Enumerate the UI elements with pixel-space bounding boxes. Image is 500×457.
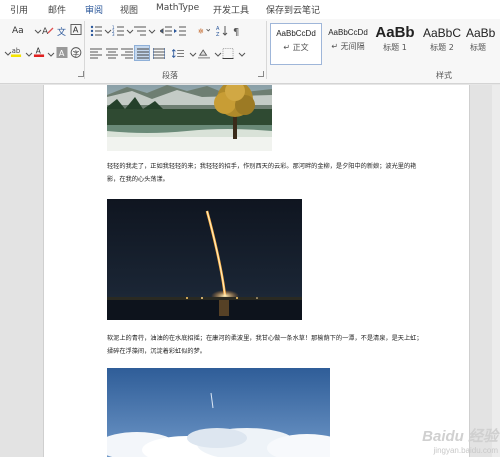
justify-icon — [137, 48, 149, 59]
multilevel-list-icon[interactable] — [134, 25, 146, 36]
document-paragraph[interactable]: 软泥上的青荇，油油的在水底招摇；在康河的柔波里，我甘心做一条水草！那榆荫下的一潭… — [107, 332, 423, 358]
style-preview: AaBbCcDd — [328, 28, 368, 37]
style-title[interactable]: AaBb 标题 — [466, 23, 500, 65]
show-formatting-marks-icon[interactable]: ¶ — [232, 25, 244, 36]
style-preview: AaBbCcDd — [276, 29, 316, 38]
numbering-icon[interactable]: 123 — [112, 25, 124, 36]
align-left-icon[interactable] — [90, 48, 102, 59]
vertical-scrollbar[interactable] — [492, 85, 500, 457]
borders-icon[interactable] — [222, 48, 234, 59]
svg-text:3: 3 — [112, 32, 115, 36]
svg-text:Z: Z — [216, 32, 220, 36]
style-name: ↵ 无间隔 — [331, 42, 365, 51]
chinese-layout-icon[interactable]: ✲ — [198, 25, 210, 36]
decrease-indent-icon[interactable] — [160, 25, 172, 36]
phonetic-guide-icon[interactable]: 文 — [56, 25, 68, 36]
align-center-icon[interactable] — [106, 48, 118, 59]
tab-review[interactable]: 审阅 — [85, 3, 103, 16]
style-heading-1[interactable]: AaBb 标题 1 — [370, 23, 420, 65]
ribbon-tabs: 引用 邮件 审阅 视图 MathType 开发工具 保存到云笔记 — [0, 0, 500, 19]
style-heading-2[interactable]: AaBbC 标题 2 — [420, 23, 464, 65]
justify-button[interactable] — [134, 45, 150, 61]
style-name: ↵ 正文 — [283, 43, 309, 52]
style-preview: AaBb — [375, 24, 415, 41]
svg-text:字: 字 — [73, 48, 79, 57]
style-preview: AaBb — [466, 26, 496, 40]
enclose-characters-icon[interactable]: 字 — [70, 47, 82, 58]
svg-text:A: A — [59, 48, 65, 58]
tab-mathtype[interactable]: MathType — [156, 3, 199, 13]
tab-mailings[interactable]: 邮件 — [48, 3, 66, 16]
clear-formatting-icon[interactable]: A — [42, 25, 54, 36]
sky-clouds-photo — [107, 368, 330, 457]
style-preview: AaBbC — [422, 26, 462, 40]
rocket-launch-photo — [107, 199, 302, 320]
shading-icon[interactable] — [198, 48, 210, 59]
separator — [84, 21, 85, 79]
font-dialog-launcher-icon[interactable] — [78, 71, 84, 77]
character-border-icon[interactable]: A — [70, 24, 82, 35]
svg-text:✲: ✲ — [198, 28, 204, 36]
watermark-url: jingyan.baidu.com — [433, 446, 498, 455]
tab-developer[interactable]: 开发工具 — [213, 3, 249, 16]
sky-clouds-image[interactable] — [107, 368, 330, 457]
watermark-logo-text: Baidu 经验 — [422, 428, 498, 445]
style-no-spacing[interactable]: AaBbCcDd ↵ 无间隔 — [322, 23, 374, 65]
highlight-color-icon[interactable]: ab — [10, 46, 22, 57]
bullets-icon[interactable] — [90, 25, 102, 36]
tab-references[interactable]: 引用 — [10, 3, 28, 16]
document-paragraph[interactable]: 轻轻的我走了，正如我轻轻的来；我轻轻的招手，作别西天的云彩。那河畔的金柳，是夕阳… — [107, 160, 423, 186]
tab-view[interactable]: 视图 — [120, 3, 138, 16]
svg-text:ab: ab — [12, 47, 20, 55]
svg-text:文: 文 — [57, 26, 66, 36]
increase-indent-icon[interactable] — [174, 25, 186, 36]
font-color-icon[interactable]: A — [33, 46, 45, 57]
paragraph-group-label: 段落 — [162, 71, 178, 80]
style-name: 标题 — [470, 43, 486, 52]
landscape-image[interactable] — [107, 85, 272, 151]
tab-save-to-cloud-note[interactable]: 保存到云笔记 — [266, 3, 320, 16]
character-shading-icon[interactable]: A — [56, 47, 68, 58]
style-name: 标题 1 — [383, 43, 407, 52]
svg-text:A: A — [42, 27, 49, 36]
svg-text:A: A — [73, 25, 79, 35]
separator — [266, 21, 267, 79]
ribbon: Aa A 文 A ab A A 字 123 ✲ AZ ¶ 段落 AaBbCcDd… — [0, 19, 500, 84]
distributed-icon[interactable] — [153, 48, 165, 59]
landscape-photo — [107, 85, 272, 151]
chevron-down-icon[interactable] — [236, 49, 248, 60]
svg-text:¶: ¶ — [233, 27, 239, 36]
rocket-launch-image[interactable] — [107, 199, 302, 320]
watermark: Baidu 经验 jingyan.baidu.com — [422, 425, 498, 455]
style-name: 标题 2 — [430, 43, 454, 52]
line-spacing-icon[interactable] — [172, 48, 184, 59]
sort-icon[interactable]: AZ — [216, 25, 228, 36]
change-case-button[interactable]: Aa — [12, 25, 24, 37]
chevron-down-icon[interactable] — [146, 26, 158, 37]
styles-group-label: 样式 — [436, 71, 452, 80]
align-right-icon[interactable] — [121, 48, 133, 59]
svg-text:A: A — [36, 47, 42, 56]
paragraph-dialog-launcher-icon[interactable] — [258, 71, 264, 77]
style-normal[interactable]: AaBbCcDd ↵ 正文 — [270, 23, 322, 65]
